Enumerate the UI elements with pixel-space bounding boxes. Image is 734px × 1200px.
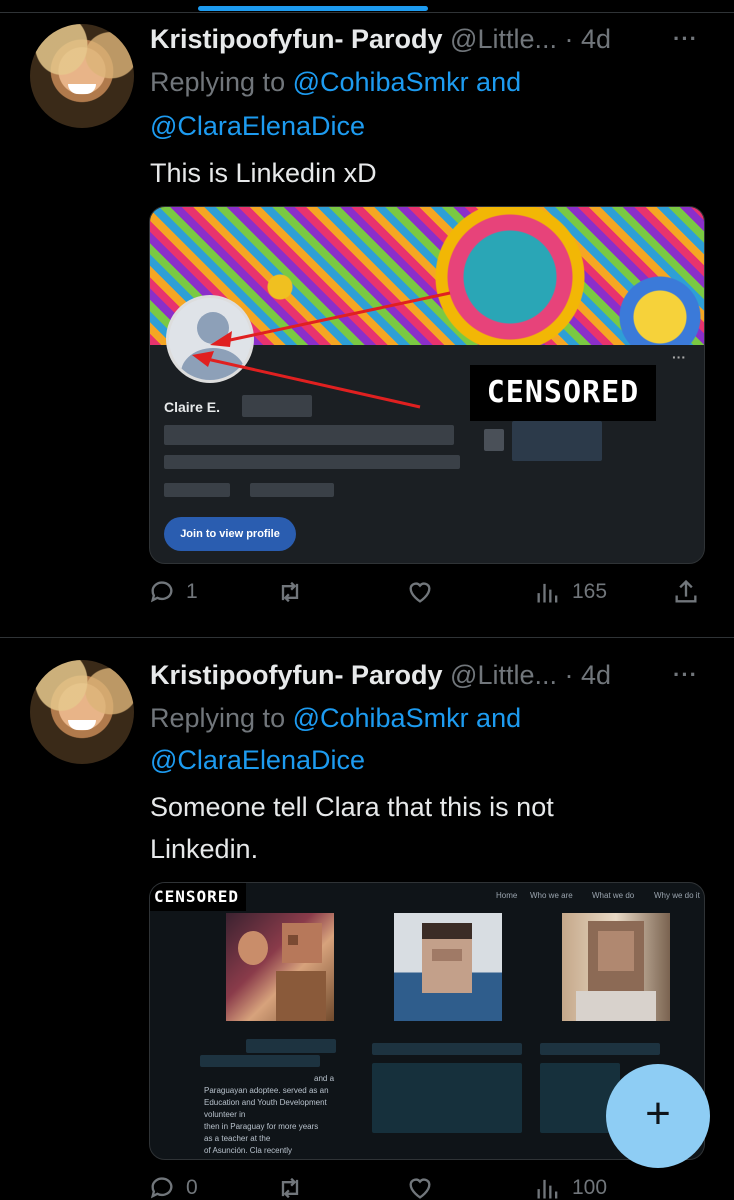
blurred-text [164,455,460,469]
bio-line: volunteer in [204,1110,246,1119]
team-photo [226,913,334,1021]
replying-to-line2: @ClaraElenaDice [150,738,365,782]
censored-label: CENSORED [150,883,246,911]
more-options-icon[interactable]: ··· [673,662,698,688]
share-icon [675,579,697,603]
divider [0,12,734,13]
avatar-hair [30,660,134,764]
retweet-icon [281,1177,299,1199]
image-attachment[interactable]: ··· CENSORED Claire E. Join to view prof… [149,206,705,564]
reply-button[interactable]: 1 [148,578,198,606]
compose-tweet-button[interactable]: + [606,1064,710,1168]
site-nav-what-we-do: What we do [592,891,635,900]
blurred-text [164,425,454,445]
more-options-icon[interactable]: ··· [673,26,698,52]
views-button[interactable]: 100 [534,1174,607,1200]
bio-line: Education and Youth Development [204,1098,327,1107]
tweet-header: Kristipoofyfun- Parody @Little... · 4d [150,24,611,55]
views-icon [537,1179,558,1199]
profile-name: Claire E. [164,399,221,415]
reply-button[interactable]: 0 [148,1174,198,1200]
replying-to: Replying to @CohibaSmkr and [150,696,521,740]
red-arrow-head [192,351,214,367]
blurred-text [250,483,334,497]
blurred-text [246,1039,336,1053]
replying-to-line2: @ClaraElenaDice [150,104,365,148]
replying-prefix: Replying to [150,703,293,733]
blurred-text [372,1043,522,1055]
share-button[interactable] [672,578,700,606]
bio-text: and a Paraguayan adoptee. served as an E… [204,1073,364,1157]
pixel-block [422,923,472,939]
heart-icon [409,582,431,603]
tweet-time[interactable]: · 4d [565,24,612,54]
reply-icon [150,581,173,603]
like-button[interactable] [406,578,434,606]
puppet-body [276,971,326,1021]
reply-count: 0 [186,1176,198,1199]
reply-count: 1 [186,580,198,603]
red-arrow-head [210,331,232,347]
site-nav-who-we-are: Who we are [530,891,573,900]
author-handle[interactable]: @Little... [450,660,557,690]
tweet-text-line: Someone tell Clara that this is not [150,792,554,822]
tweet-text: Someone tell Clara that this is not Link… [150,786,710,870]
action-bar: 1 165 [0,578,734,618]
team-photo [394,913,502,1021]
censored-label: CENSORED [470,365,656,421]
site-nav-why-we-do-it: Why we do it [654,891,700,900]
retweet-icon [281,581,299,603]
mention-link[interactable]: @ClaraElenaDice [150,111,365,141]
mention-link[interactable]: @CohibaSmkr and [293,703,522,733]
pixel-block [576,991,656,1021]
blurred-text [512,421,602,461]
tweet-header: Kristipoofyfun- Parody @Little... · 4d [150,660,611,691]
author-name[interactable]: Kristipoofyfun- Parody [150,24,443,54]
blurred-text [200,1055,320,1067]
mention-link[interactable]: @ClaraElenaDice [150,745,365,775]
team-photo [562,913,670,1021]
action-bar: 0 100 [0,1174,734,1200]
replying-prefix: Replying to [150,67,293,97]
pixel-block [432,949,462,961]
tweet-text: This is Linkedin xD [150,158,377,188]
retweet-button[interactable] [276,578,304,606]
tweet[interactable]: Kristipoofyfun- Parody @Little... · 4d ·… [0,14,734,638]
pixel-block [288,935,298,945]
views-count: 165 [572,580,608,603]
red-arrow-line [215,291,451,345]
bio-line: then in Paraguay for more years [204,1122,319,1131]
blurred-text [540,1043,660,1055]
bio-line: as a teacher at the [204,1134,271,1143]
views-count: 100 [572,1176,608,1199]
replying-to: Replying to @CohibaSmkr and [150,60,521,104]
views-icon [537,583,558,603]
bio-line: Paraguayan adoptee. served as an [204,1086,329,1095]
views-button[interactable]: 165 [534,578,607,606]
reply-icon [150,1177,173,1199]
face-shape [238,931,268,965]
avatar[interactable] [30,660,134,764]
card-more-icon: ··· [672,349,686,365]
bio-line: of Asunción. Cla recently [204,1146,293,1155]
site-nav-home: Home [496,891,518,900]
pixel-block [598,931,634,971]
heart-icon [409,1178,431,1199]
mention-link[interactable]: @CohibaSmkr and [293,67,522,97]
blurred-text [242,395,312,417]
bio-line: and a [314,1074,335,1083]
blurred-text [164,483,230,497]
avatar[interactable] [30,24,134,128]
author-handle[interactable]: @Little... [450,24,557,54]
join-to-view-profile-button[interactable]: Join to view profile [164,517,296,551]
tab-indicator [198,6,428,11]
blurred-logo [484,429,504,451]
like-button[interactable] [406,1174,434,1200]
blurred-text [372,1063,522,1133]
retweet-button[interactable] [276,1174,304,1200]
tweet-text-line: Linkedin. [150,834,259,864]
author-name[interactable]: Kristipoofyfun- Parody [150,660,443,690]
tweet-time[interactable]: · 4d [565,660,612,690]
avatar-hair [30,24,134,128]
